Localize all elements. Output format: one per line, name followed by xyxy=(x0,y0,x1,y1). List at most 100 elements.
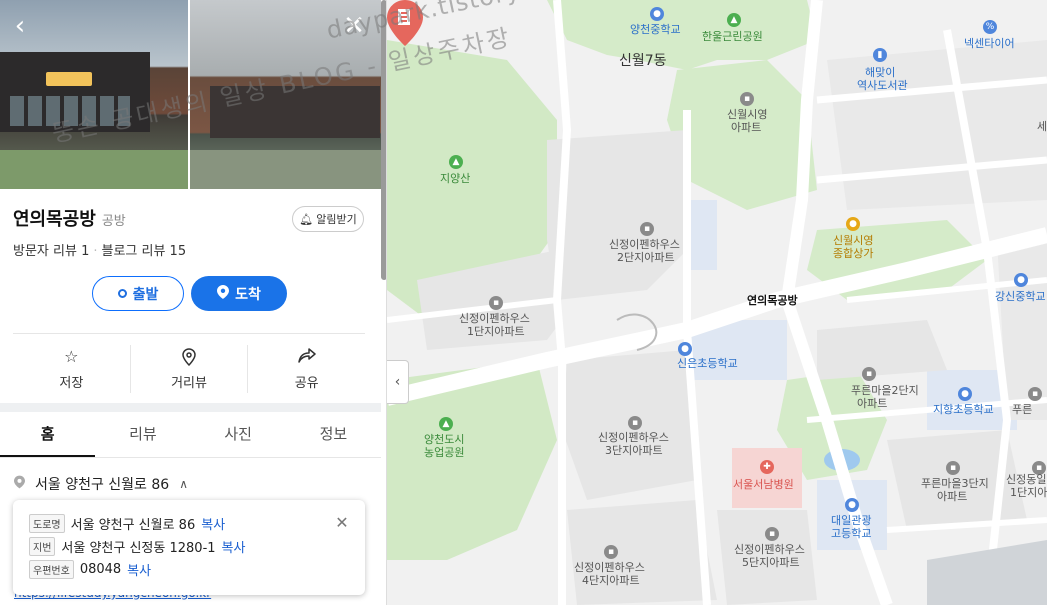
school-icon[interactable]: ● xyxy=(845,498,859,512)
tab-home[interactable]: 홈 xyxy=(0,412,96,457)
map-label[interactable]: 양천도시 xyxy=(424,433,464,446)
hospital-icon[interactable]: ✚ xyxy=(760,460,774,474)
chevron-up-icon[interactable]: ∧ xyxy=(179,477,188,491)
copy-lot-button[interactable]: 복사 xyxy=(222,537,246,556)
map-label[interactable]: 대일관광 xyxy=(831,514,871,527)
map-label[interactable]: 2단지아파트 xyxy=(617,251,675,264)
map-label[interactable]: 신정이펜하우스 xyxy=(574,561,645,574)
shop-sign xyxy=(46,72,92,86)
map-label[interactable]: 아파트 xyxy=(937,490,967,503)
apartment-icon[interactable]: ▪ xyxy=(862,367,876,381)
school-icon[interactable]: ● xyxy=(650,7,664,21)
shop-icon[interactable]: % xyxy=(983,20,997,34)
map-label[interactable]: 신정이펜하우스 xyxy=(598,431,669,444)
map-label[interactable]: 역사도서관 xyxy=(857,79,908,92)
apartment-icon[interactable]: ▪ xyxy=(765,527,779,541)
park-icon[interactable]: ▲ xyxy=(727,13,741,27)
map-label[interactable]: 해맞이 xyxy=(865,66,895,79)
address-summary: 서울 양천구 신월로 86 xyxy=(35,477,170,493)
map-label[interactable]: 한울근린공원 xyxy=(702,30,763,43)
map-label[interactable]: 양천중학교 xyxy=(630,23,681,36)
map-label[interactable]: 신은초등학교 xyxy=(677,357,738,370)
map-label[interactable]: 푸른마을2단지 xyxy=(851,384,919,397)
map-label[interactable]: 4단지아파트 xyxy=(582,574,640,587)
map-label[interactable]: 신정이펜하우스 xyxy=(609,238,680,251)
school-icon[interactable]: ● xyxy=(678,342,692,356)
apartment-icon[interactable]: ▪ xyxy=(604,545,618,559)
close-icon[interactable]: ✕ xyxy=(333,514,351,532)
map-label[interactable]: 신월시영 xyxy=(833,234,873,247)
apartment-icon[interactable]: ▪ xyxy=(628,416,642,430)
lot-tag: 지번 xyxy=(29,537,56,556)
park-icon[interactable]: ▲ xyxy=(439,417,453,431)
back-icon[interactable]: ‹ xyxy=(6,12,34,40)
map-label[interactable]: 푸른 xyxy=(1012,403,1032,416)
mountain-icon[interactable]: ▲ xyxy=(449,155,463,169)
tab-review[interactable]: 리뷰 xyxy=(95,412,190,457)
alarm-button[interactable]: 🔔︎ 알림받기 xyxy=(292,206,364,232)
library-icon[interactable]: ▮ xyxy=(873,48,887,62)
park-area xyxy=(547,0,817,70)
map-label[interactable]: 지향초등학교 xyxy=(933,403,994,416)
place-category: 공방 xyxy=(101,214,126,229)
divider xyxy=(13,333,365,334)
apartment-icon[interactable]: ▪ xyxy=(740,92,754,106)
selected-place-pin-icon[interactable] xyxy=(387,0,423,46)
map-label[interactable]: 1단지아 xyxy=(1010,486,1047,499)
map-label[interactable]: 신정이펜하우스 xyxy=(734,543,805,556)
district-label: 신월7동 xyxy=(619,53,667,69)
zip-line: 우편번호 08048 복사 xyxy=(29,560,151,579)
map-label[interactable]: 강신중학교 xyxy=(995,290,1046,303)
photo-strip[interactable] xyxy=(0,0,381,189)
residential-block xyxy=(827,40,1047,210)
map-label[interactable]: 신정이펜하우스 xyxy=(459,312,530,325)
map-label[interactable]: 아파트 xyxy=(731,121,761,134)
map-label: 세 xyxy=(1037,120,1047,133)
copy-road-button[interactable]: 복사 xyxy=(201,514,225,533)
apartment-icon[interactable]: ▪ xyxy=(489,296,503,310)
streetview-button[interactable]: 거리뷰 xyxy=(131,345,249,393)
save-label: 저장 xyxy=(59,375,84,391)
blog-review-link[interactable]: 블로그 리뷰 15 xyxy=(101,244,186,259)
ground-shape xyxy=(190,150,381,189)
map-label[interactable]: 푸른마을3단지 xyxy=(921,477,989,490)
collapse-panel-button[interactable]: ‹ xyxy=(387,360,409,404)
selected-place-label[interactable]: 연의목공방 xyxy=(747,292,798,308)
apartment-icon[interactable]: ▪ xyxy=(1028,387,1042,401)
apartment-icon[interactable]: ▪ xyxy=(640,222,654,236)
route-end-button[interactable]: 도착 xyxy=(191,276,287,311)
route-end-label: 도착 xyxy=(235,286,261,303)
map-label[interactable]: 지양산 xyxy=(440,172,470,185)
streetview-label: 거리뷰 xyxy=(171,375,207,391)
map-label[interactable]: 농업공원 xyxy=(424,446,464,459)
map-label[interactable]: 넥센타이어 xyxy=(964,37,1015,50)
close-icon[interactable]: ✕ xyxy=(340,12,368,40)
tab-info[interactable]: 정보 xyxy=(286,412,381,457)
map-label[interactable]: 종합상가 xyxy=(833,247,873,260)
mall-icon[interactable]: ● xyxy=(846,217,860,231)
map-label[interactable]: 신월시영 xyxy=(727,108,767,121)
map-label[interactable]: 5단지아파트 xyxy=(742,556,800,569)
road-address-line: 도로명 서울 양천구 신월로 86 복사 xyxy=(29,514,225,533)
school-icon[interactable]: ● xyxy=(1014,273,1028,287)
school-icon[interactable]: ● xyxy=(958,387,972,401)
map-label[interactable]: 서울서남병원 xyxy=(733,478,794,491)
map-label[interactable]: 고등학교 xyxy=(831,527,871,540)
map-label[interactable]: 신정동일 xyxy=(1006,473,1046,486)
route-start-button[interactable]: 출발 xyxy=(92,276,184,311)
share-label: 공유 xyxy=(294,375,319,391)
address-row[interactable]: 서울 양천구 신월로 86 ∧ xyxy=(14,474,188,494)
map-canvas[interactable]: ● 양천중학교 ▲ 한울근린공원 % 넥센타이어 신월7동 ▮ 해맞이 역사도서… xyxy=(387,0,1047,605)
map-label[interactable]: 3단지아파트 xyxy=(605,444,663,457)
apartment-icon[interactable]: ▪ xyxy=(946,461,960,475)
map-label[interactable]: 아파트 xyxy=(857,397,887,410)
location-pin-icon xyxy=(217,284,230,303)
place-tabs: 홈 리뷰 사진 정보 xyxy=(0,412,381,458)
visitor-review-link[interactable]: 방문자 리뷰 1 xyxy=(13,244,89,259)
share-button[interactable]: 공유 xyxy=(248,345,365,393)
copy-zip-button[interactable]: 복사 xyxy=(127,560,151,579)
save-button[interactable]: ☆ 저장 xyxy=(13,345,131,393)
tab-photo[interactable]: 사진 xyxy=(191,412,286,457)
bell-icon: 🔔︎ xyxy=(299,212,314,226)
map-label[interactable]: 1단지아파트 xyxy=(467,325,525,338)
